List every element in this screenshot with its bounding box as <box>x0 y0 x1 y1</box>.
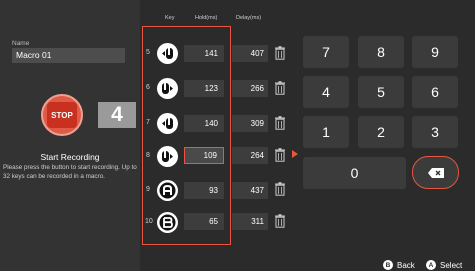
row-index: 10 <box>145 218 153 225</box>
keypad-3[interactable]: 3 <box>412 116 458 148</box>
row-index: 8 <box>146 152 150 159</box>
stop-record-button[interactable]: STOP <box>41 94 83 136</box>
select-label[interactable]: Select <box>440 261 462 270</box>
keypad-9[interactable]: 9 <box>412 36 458 68</box>
hold-field[interactable]: 65 <box>184 213 224 230</box>
a-glyph-icon: A <box>426 260 436 270</box>
a-button-icon[interactable] <box>157 180 178 201</box>
keypad-2[interactable]: 2 <box>358 116 404 148</box>
delay-field[interactable]: 311 <box>232 213 268 230</box>
delay-field[interactable]: 266 <box>232 80 268 97</box>
keypad-5[interactable]: 5 <box>358 76 404 108</box>
trash-icon[interactable] <box>274 182 286 196</box>
keypad-1[interactable]: 1 <box>303 116 349 148</box>
l-button-left-icon[interactable] <box>157 43 178 64</box>
keypad-4[interactable]: 4 <box>303 76 349 108</box>
delay-field[interactable]: 407 <box>232 45 268 62</box>
keypad-8[interactable]: 8 <box>358 36 404 68</box>
hold-field-selected[interactable]: 109 <box>184 147 224 164</box>
record-title: Start Recording <box>40 152 100 162</box>
backspace-button[interactable] <box>412 156 459 189</box>
trash-icon[interactable] <box>274 46 286 60</box>
macro-name-field[interactable]: Macro 01 <box>12 48 125 63</box>
l-button-left-icon[interactable] <box>157 113 178 134</box>
column-header-delay: Delay(ms) <box>236 15 262 21</box>
keypad-7[interactable]: 7 <box>303 36 349 68</box>
trash-icon[interactable] <box>274 148 286 162</box>
backspace-icon <box>427 167 444 178</box>
l-button-right-icon[interactable] <box>157 146 178 167</box>
step-badge: 4 <box>98 102 136 128</box>
l-button-right-icon[interactable] <box>157 78 178 99</box>
column-header-hold: Hold(ms) <box>195 15 218 21</box>
record-description: Please press the button to start recordi… <box>3 164 137 180</box>
row-index: 5 <box>146 49 150 56</box>
keypad-6[interactable]: 6 <box>412 76 458 108</box>
row-index: 7 <box>146 119 150 126</box>
delay-field[interactable]: 264 <box>232 147 268 164</box>
row-index: 6 <box>146 84 150 91</box>
name-label: Name <box>12 40 30 47</box>
current-row-arrow-icon <box>292 150 298 158</box>
keypad-0[interactable]: 0 <box>303 157 406 189</box>
hold-field[interactable]: 140 <box>184 115 224 132</box>
left-panel: Name Macro 01 STOP 4 Start Recording Ple… <box>0 0 140 271</box>
trash-icon[interactable] <box>274 214 286 228</box>
hold-field[interactable]: 93 <box>184 182 224 199</box>
delay-field[interactable]: 437 <box>232 182 268 199</box>
b-glyph-icon: B <box>383 260 393 270</box>
row-index: 9 <box>146 186 150 193</box>
trash-icon[interactable] <box>274 116 286 130</box>
hold-field[interactable]: 123 <box>184 80 224 97</box>
stop-label: STOP <box>47 102 77 128</box>
delay-field[interactable]: 309 <box>232 115 268 132</box>
hold-field[interactable]: 141 <box>184 45 224 62</box>
back-label[interactable]: Back <box>397 261 415 270</box>
column-header-key: Key <box>165 15 175 21</box>
trash-icon[interactable] <box>274 81 286 95</box>
b-button-icon[interactable] <box>157 212 178 233</box>
